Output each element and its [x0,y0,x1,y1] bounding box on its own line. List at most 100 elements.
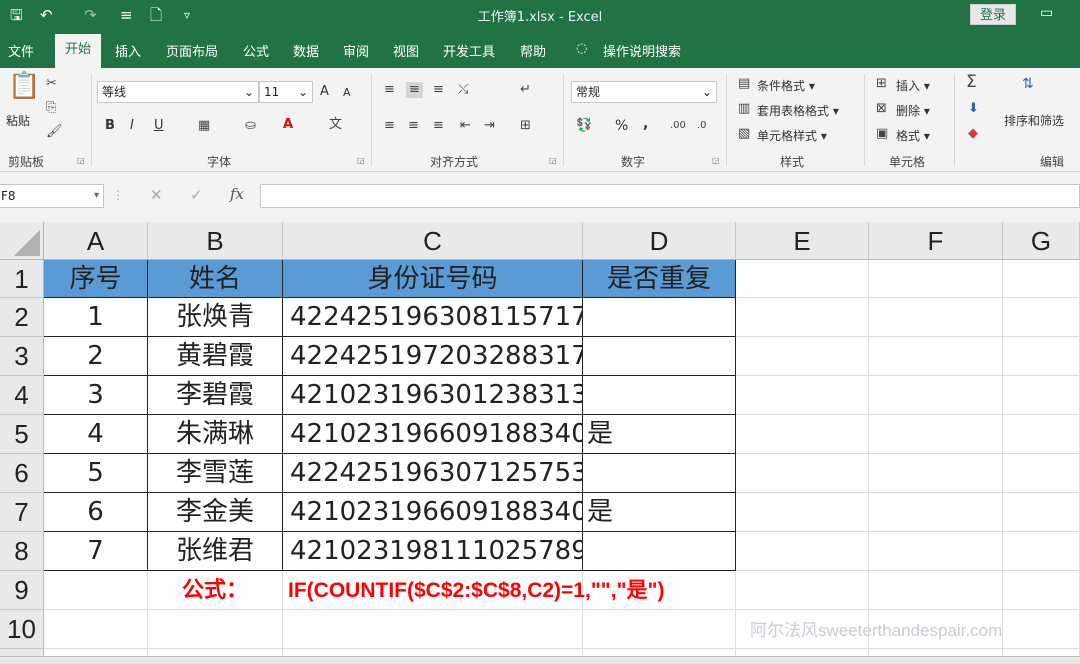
cell[interactable] [869,376,1003,415]
ribbon-display-icon[interactable]: ▭ [1040,5,1053,21]
phonetic-icon[interactable]: 文 [329,117,342,133]
cell[interactable] [1003,337,1080,376]
id-number-cell[interactable]: 422425196307125753 [283,454,583,493]
column-header-e[interactable]: E [736,222,869,260]
number-launcher-icon[interactable]: ◲ [712,156,720,165]
font-launcher-icon[interactable]: ◲ [357,156,365,165]
duplicate-flag-cell[interactable] [583,298,736,337]
cell[interactable] [736,260,869,298]
sort-filter-icon[interactable]: ⇅ [1022,76,1034,92]
italic-button[interactable]: I [130,118,134,133]
tab-home[interactable]: 开始 [55,34,101,68]
formula-label-cell[interactable]: 公式： [148,571,283,610]
cell[interactable] [869,415,1003,454]
row-header-1[interactable]: 1 [0,260,44,298]
conditional-format-icon[interactable]: ▤ [738,76,750,92]
duplicate-flag-cell[interactable] [583,376,736,415]
comma-button[interactable]: , [643,116,648,132]
delete-cells-icon[interactable]: ⊠ [876,101,887,117]
cell[interactable] [1003,532,1080,571]
column-header-g[interactable]: G [1003,222,1080,260]
duplicate-flag-cell[interactable]: 是 [583,493,736,532]
insert-cells-icon[interactable]: ⊞ [876,76,887,92]
cell[interactable] [736,298,869,337]
orientation-icon[interactable]: ⤯ [458,82,468,98]
cell[interactable] [44,610,148,649]
select-all-button[interactable] [0,222,44,260]
duplicate-flag-cell[interactable]: 是 [583,415,736,454]
row-header-2[interactable]: 2 [0,298,44,337]
header-cell[interactable]: 序号 [44,260,148,298]
name-box[interactable]: F8 ▾ [0,184,104,208]
formula-input[interactable] [260,184,1080,208]
font-size-select[interactable]: 11 ⌄ [259,81,313,103]
tab-formulas[interactable]: 公式 [243,41,269,60]
id-number-cell[interactable]: 421023196301238313 [283,376,583,415]
column-header-b[interactable]: B [148,222,283,260]
seq-cell[interactable]: 2 [44,337,148,376]
sort-filter-button[interactable]: 排序和筛选 [1004,112,1064,129]
id-number-cell[interactable]: 421023196609188340 [283,415,583,454]
login-button[interactable]: 登录 [970,4,1016,25]
cell[interactable] [869,493,1003,532]
cell[interactable] [736,337,869,376]
row-header-5[interactable]: 5 [0,415,44,454]
borders-icon[interactable]: ▦ [198,118,210,134]
row-header-9[interactable]: 9 [0,571,44,610]
id-number-cell[interactable]: 422425196308115717 [283,298,583,337]
duplicate-flag-cell[interactable] [583,532,736,571]
name-cell[interactable]: 李雪莲 [148,454,283,493]
name-cell[interactable]: 张焕青 [148,298,283,337]
grow-font-button[interactable]: A [320,84,329,99]
row-header-10[interactable]: 10 [0,610,44,649]
align-right-icon[interactable]: ≡ [433,118,444,134]
formula-text-cell[interactable]: IF(COUNTIF($C$2:$C$8,C2)=1,"","是") [283,571,664,610]
cell[interactable] [869,260,1003,298]
cell[interactable] [148,610,283,649]
seq-cell[interactable]: 3 [44,376,148,415]
format-cells-icon[interactable]: ▣ [876,126,888,142]
seq-cell[interactable]: 6 [44,493,148,532]
seq-cell[interactable]: 1 [44,298,148,337]
cell[interactable] [1003,260,1080,298]
cell[interactable] [736,532,869,571]
tab-developer[interactable]: 开发工具 [443,41,495,60]
cell[interactable] [869,532,1003,571]
align-left-icon[interactable]: ≡ [384,118,395,134]
cell[interactable] [869,298,1003,337]
cell[interactable] [1003,493,1080,532]
tab-view[interactable]: 视图 [393,41,419,60]
clear-icon[interactable]: ◆ [968,126,978,142]
name-cell[interactable]: 张维君 [148,532,283,571]
cell[interactable] [1003,298,1080,337]
format-as-table-icon[interactable]: ▥ [738,101,750,117]
column-header-a[interactable]: A [44,222,148,260]
bottom-align-icon[interactable]: ≡ [433,82,444,98]
header-cell[interactable]: 姓名 [148,260,283,298]
cell[interactable] [736,454,869,493]
id-number-cell[interactable]: 421023198111025789 [283,532,583,571]
cell[interactable] [44,571,148,610]
row-header-7[interactable]: 7 [0,493,44,532]
cancel-icon[interactable]: ✕ [150,186,163,204]
seq-cell[interactable]: 5 [44,454,148,493]
seq-cell[interactable]: 4 [44,415,148,454]
name-cell[interactable]: 朱满琳 [148,415,283,454]
copy-icon[interactable]: ⎘ [46,100,56,116]
seq-cell[interactable]: 7 [44,532,148,571]
cell[interactable] [1003,376,1080,415]
number-format-select[interactable]: 常规 ⌄ [571,81,717,103]
fill-color-icon[interactable]: ⛀ [245,118,256,134]
underline-button[interactable]: U [154,118,164,133]
insert-cells-button[interactable]: 插入 ▾ [896,77,930,94]
cell[interactable] [869,337,1003,376]
alignment-launcher-icon[interactable]: ◲ [549,156,557,165]
insert-function-button[interactable]: fx [230,185,244,203]
format-as-table-button[interactable]: 套用表格格式 ▾ [757,102,839,119]
middle-align-icon[interactable]: ≡ [406,82,423,98]
cell[interactable] [1003,454,1080,493]
autosum-icon[interactable]: Σ [966,74,977,91]
cell[interactable] [1003,415,1080,454]
cell[interactable] [283,610,583,649]
id-number-cell[interactable]: 421023196609188340 [283,493,583,532]
